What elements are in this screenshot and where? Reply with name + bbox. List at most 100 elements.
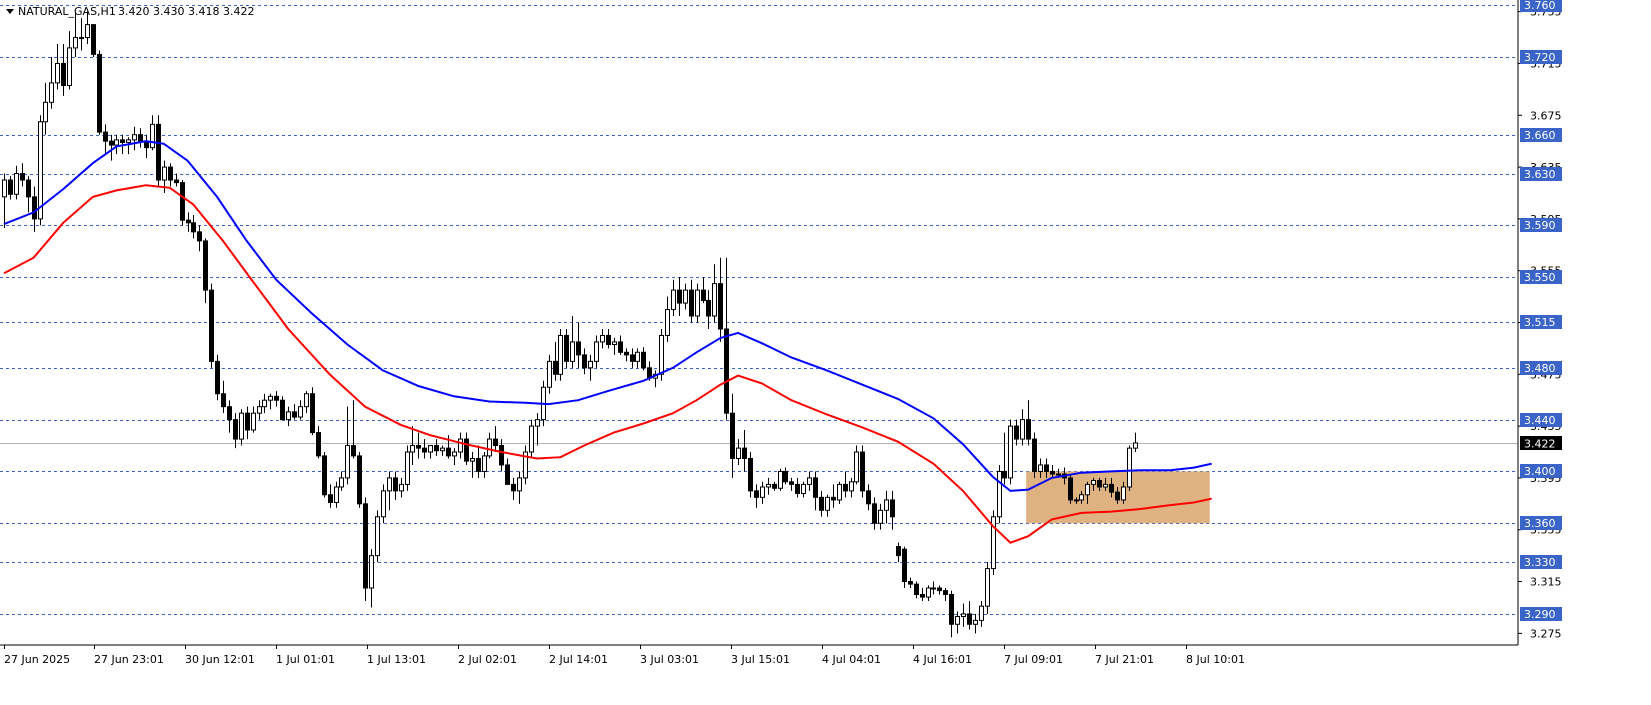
bull-candle-body [440,447,445,452]
candle [630,348,635,368]
candle [665,296,670,342]
bear-candle-body [1115,491,1120,501]
bear-candle-body [813,477,818,498]
candle [908,577,913,589]
bear-candle-body [1068,477,1073,501]
candle [819,490,824,517]
candle [73,11,78,57]
candle [180,180,185,226]
bull-candle-body [588,360,593,369]
time-tick-label: 1 Jul 13:01 [367,653,426,666]
candle [689,279,694,323]
candle [203,238,208,304]
candle [1020,409,1025,446]
candle [32,186,37,232]
candle [618,335,623,355]
candle [789,477,794,491]
candle [937,585,942,595]
bull-candle-body [334,486,339,504]
bear-candle-body [902,548,907,583]
bull-candle-body [339,477,344,488]
bull-candle-body [399,483,404,492]
candle [766,477,771,495]
candle [351,400,356,459]
candle [493,426,498,453]
bull-candle-body [854,451,859,483]
bear-candle-body [1097,480,1102,488]
candle [1008,419,1013,485]
candle [375,510,380,563]
bull-candle-body [482,455,487,472]
candle [55,44,60,90]
bear-candle-body [896,546,901,557]
candle [920,588,925,601]
candle [280,396,285,421]
level-price-label: 3.550 [1520,270,1562,284]
bear-candle-body [689,289,694,317]
candle [233,413,238,449]
bull-candle-body [683,289,688,304]
candle [505,458,510,485]
bull-candle-body [1038,464,1043,472]
price-chart[interactable]: 3.2753.3153.3553.3953.4353.4753.5153.555… [0,0,1651,705]
bear-candle-body [1002,470,1007,479]
candle [239,409,244,446]
bull-candle-body [1079,494,1084,501]
bull-candle-body [778,470,783,489]
candle [973,613,978,634]
level-price-label: 3.360 [1520,516,1562,530]
bear-candle-body [168,166,173,181]
bear-candle-body [203,240,208,291]
level-price-label: 3.290 [1520,607,1562,621]
candle [535,413,540,446]
candle [286,406,291,427]
bull-candle-body [1103,483,1108,488]
bear-candle-body [233,419,238,440]
bear-candle-body [908,581,913,585]
level-price-label: 3.720 [1520,50,1562,64]
bull-candle-body [535,419,540,427]
bull-candle-body [458,438,463,453]
bull-candle-body [671,289,676,311]
time-axis[interactable]: 27 Jun 2025 27 Jun 23:01 30 Jun 12:01 1 Jul… [0,644,1518,666]
bull-candle-body [162,166,167,181]
candle [79,18,84,51]
bear-candle-body [606,334,611,346]
candle [393,471,398,500]
bull-candle-body [635,351,640,362]
candle [724,257,729,420]
time-tick-label: 7 Jul 21:01 [1095,653,1154,666]
bull-candle-body [760,486,765,498]
candle [1002,432,1007,485]
candle [369,549,374,608]
candle [529,419,534,459]
candle [511,477,516,500]
chart-window[interactable]: 3.2753.3153.3553.3953.4353.4753.5153.555… [0,0,1651,705]
bull-candle-body [14,173,19,195]
bear-candle-body [1050,470,1055,475]
bull-candle-body [304,393,309,408]
candle [268,393,273,410]
level-price-label: 3.630 [1520,167,1562,181]
bull-candle-body [43,101,48,123]
candle [440,445,445,456]
candle [783,467,788,485]
candle [322,452,327,498]
triangle-down-icon[interactable] [6,9,14,14]
bull-candle-body [345,445,350,479]
bear-candle-body [937,587,942,592]
bull-candle-body [1074,499,1079,502]
price-tick-label: 3.675 [1530,109,1562,122]
time-tick-label: 3 Jul 15:01 [731,653,790,666]
time-tick-label: 30 Jun 12:01 [185,653,255,666]
bull-candle-body [612,341,617,346]
bear-candle-body [499,445,504,466]
bear-candle-body [553,360,558,375]
candle [653,370,658,388]
bull-candle-body [470,457,475,462]
bear-candle-body [434,445,439,452]
candle [624,348,629,362]
candle [772,481,777,491]
bull-candle-body [659,334,664,375]
candle [760,481,765,504]
